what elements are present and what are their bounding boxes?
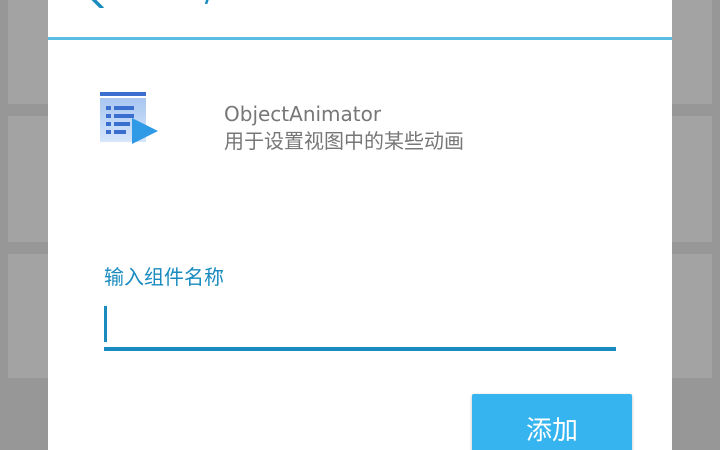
header-divider — [48, 37, 672, 40]
component-name-input[interactable] — [104, 300, 616, 348]
component-name-label: 输入组件名称 — [104, 265, 224, 289]
background-card — [672, 254, 712, 378]
text-cursor — [104, 306, 107, 342]
background-card — [8, 254, 48, 378]
dialog-header — [48, 0, 672, 37]
component-description: 用于设置视图中的某些动画 — [224, 129, 464, 153]
background-card — [8, 0, 48, 104]
background-card — [8, 116, 48, 242]
input-underline — [104, 347, 616, 351]
animation-list-play-icon — [100, 92, 158, 144]
background-card — [672, 116, 712, 242]
back-arrow-icon[interactable] — [86, 0, 108, 8]
add-component-dialog: ObjectAnimator 用于设置视图中的某些动画 输入组件名称 添加 — [48, 0, 672, 450]
background-card — [672, 0, 712, 104]
title-fragment-icon — [204, 0, 209, 4]
component-name: ObjectAnimator — [224, 102, 382, 126]
add-button[interactable]: 添加 — [472, 394, 632, 450]
